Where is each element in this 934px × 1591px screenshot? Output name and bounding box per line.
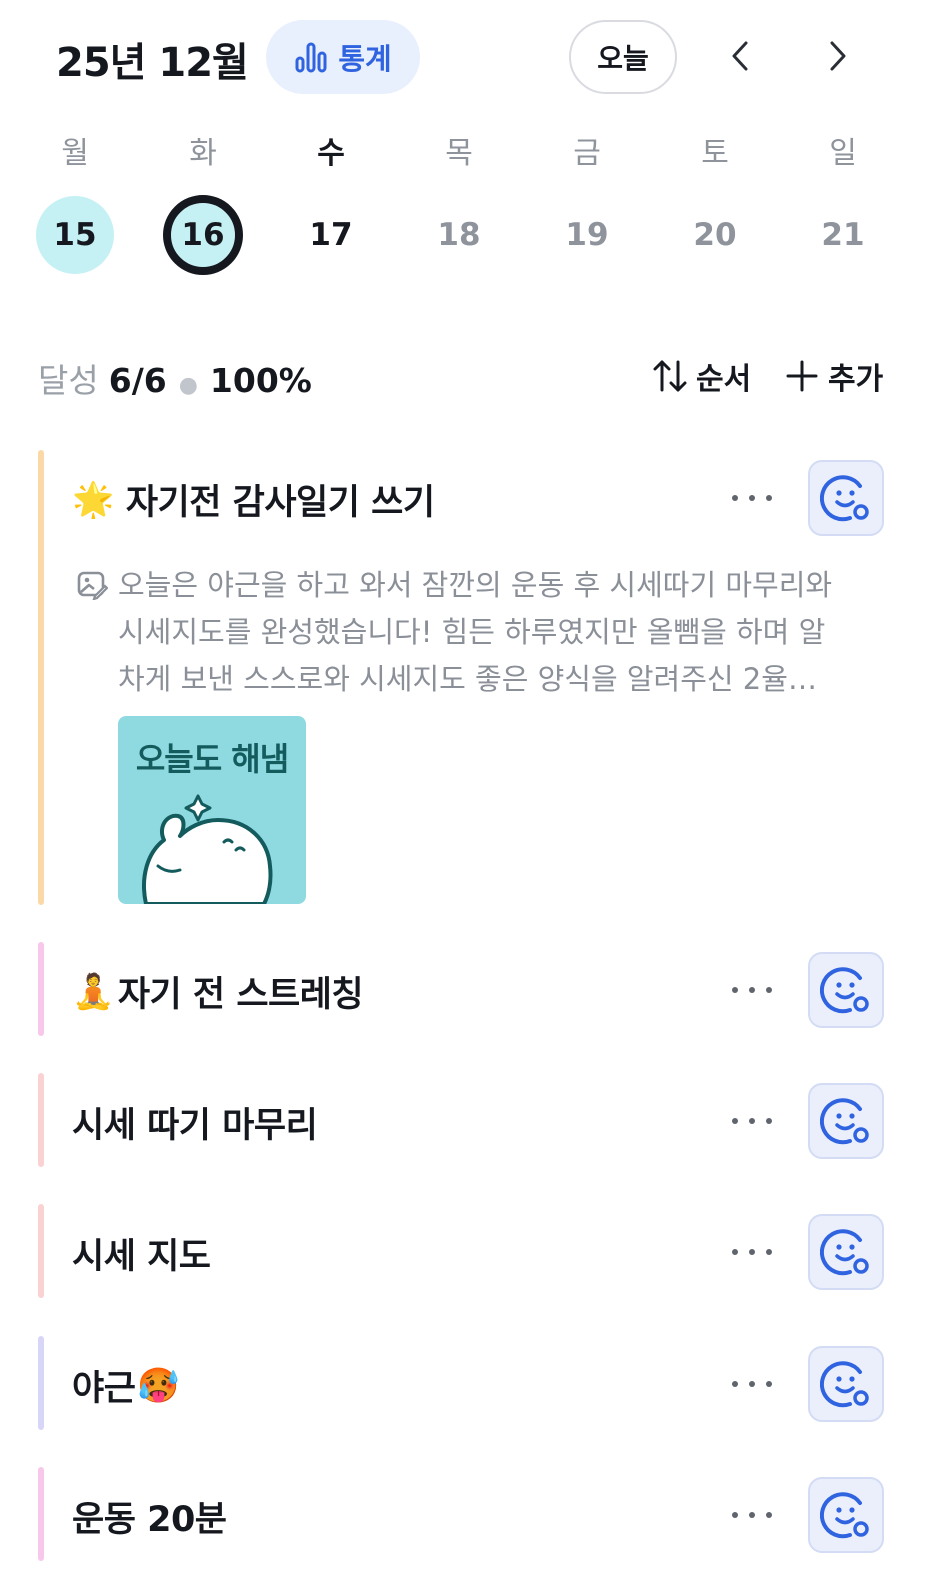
task-emoji: 🧘 bbox=[72, 971, 114, 1012]
day-cell[interactable]: 21 bbox=[804, 196, 882, 274]
task-title: 운동 20분 bbox=[72, 1491, 227, 1542]
add-task-button[interactable]: 추가 bbox=[782, 354, 883, 398]
task-title: 시세 지도 bbox=[72, 1228, 211, 1279]
day-cell-today[interactable]: 17 bbox=[292, 196, 370, 274]
achievement-label: 달성 bbox=[38, 361, 99, 400]
day-cell[interactable]: 18 bbox=[420, 196, 498, 274]
more-options-button[interactable] bbox=[732, 1111, 772, 1131]
reaction-button[interactable] bbox=[808, 1346, 884, 1422]
smiley-add-icon bbox=[820, 1492, 869, 1539]
task-title: 시세 따기 마무리 bbox=[72, 1097, 318, 1148]
plus-icon bbox=[786, 360, 818, 392]
weekday-label-today: 수 bbox=[317, 136, 345, 171]
day-cell-completed[interactable]: 15 bbox=[36, 196, 114, 274]
reaction-button[interactable] bbox=[808, 1214, 884, 1290]
task-emoji: 🌟 bbox=[72, 479, 114, 520]
task-item[interactable]: 시세 따기 마무리 bbox=[38, 1073, 886, 1167]
task-title-text: 운동 20분 bbox=[72, 1500, 227, 1540]
achievement-count: 6/6 bbox=[108, 361, 167, 400]
chevron-left-icon bbox=[732, 41, 748, 71]
reaction-button[interactable] bbox=[808, 460, 884, 536]
task-item[interactable]: 운동 20분 bbox=[38, 1467, 886, 1561]
weekday-label: 토 bbox=[701, 136, 729, 171]
task-item[interactable]: 🧘 자기 전 스트레칭 bbox=[38, 942, 886, 1036]
more-options-button[interactable] bbox=[732, 488, 772, 508]
chevron-right-icon bbox=[830, 41, 846, 71]
day-cell-selected[interactable]: 16 bbox=[163, 195, 243, 275]
task-title-text: 시세 지도 bbox=[72, 1237, 211, 1277]
more-options-button[interactable] bbox=[732, 980, 772, 1000]
weekday-label: 화 bbox=[189, 136, 217, 171]
sort-arrows-icon bbox=[653, 360, 687, 392]
memo-sticker-image[interactable]: 오늘도 해냄 bbox=[118, 716, 306, 904]
more-options-button[interactable] bbox=[732, 1505, 772, 1525]
task-title: 🌟 자기전 감사일기 쓰기 bbox=[72, 474, 435, 525]
cheering-ghost-illustration bbox=[142, 794, 273, 904]
task-item[interactable]: 시세 지도 bbox=[38, 1204, 886, 1298]
task-memo[interactable]: 오늘은 야근을 하고 와서 잠깐의 운동 후 시세따기 마무리와 시세지도를 완… bbox=[118, 562, 878, 703]
task-color-bar bbox=[38, 1336, 44, 1430]
more-options-button[interactable] bbox=[732, 1374, 772, 1394]
separator-dot: ● bbox=[178, 373, 198, 398]
task-color-bar bbox=[38, 1467, 44, 1561]
more-options-button[interactable] bbox=[732, 1242, 772, 1262]
achievement-percent: 100% bbox=[209, 361, 312, 400]
task-emoji: 🥵 bbox=[137, 1365, 180, 1406]
task-color-bar bbox=[38, 1073, 44, 1167]
memo-line: 시세지도를 완성했습니다! 힘든 하루였지만 올뺌을 하며 알 bbox=[118, 615, 826, 649]
task-item[interactable]: 🌟 자기전 감사일기 쓰기 오늘은 야근을 하고 와서 잠깐의 운동 후 시세따… bbox=[38, 450, 886, 905]
task-item[interactable]: 야근 🥵 bbox=[38, 1336, 886, 1430]
day-cell[interactable]: 20 bbox=[676, 196, 754, 274]
previous-week-button[interactable] bbox=[720, 36, 760, 76]
weekday-label: 일 bbox=[829, 136, 857, 171]
stats-label: 통계 bbox=[338, 42, 392, 76]
task-title-text: 시세 따기 마무리 bbox=[72, 1106, 318, 1146]
memo-line: 차게 보낸 스스로와 시세지도 좋은 양식을 알려주신 2율… bbox=[118, 662, 817, 696]
month-title[interactable]: 25년 12월 bbox=[56, 30, 249, 88]
add-label: 추가 bbox=[828, 362, 884, 397]
weekday-label: 목 bbox=[445, 136, 473, 171]
task-title-text: 자기 전 스트레칭 bbox=[117, 975, 364, 1015]
task-title: 야근 🥵 bbox=[72, 1360, 180, 1411]
smiley-add-icon bbox=[820, 1229, 869, 1276]
sort-button[interactable]: 순서 bbox=[650, 354, 751, 398]
memo-image-icon bbox=[77, 571, 108, 600]
reaction-button[interactable] bbox=[808, 1083, 884, 1159]
weekday-label: 월 bbox=[61, 136, 89, 171]
smiley-add-icon bbox=[820, 1098, 869, 1145]
day-cell[interactable]: 19 bbox=[548, 196, 626, 274]
task-title-text: 자기전 감사일기 쓰기 bbox=[125, 483, 435, 523]
task-color-bar bbox=[38, 1204, 44, 1298]
task-title-text: 야근 bbox=[72, 1369, 136, 1409]
bar-chart-icon bbox=[295, 42, 327, 73]
sort-label: 순서 bbox=[696, 362, 752, 397]
smiley-add-icon bbox=[820, 475, 869, 522]
smiley-add-icon bbox=[820, 1361, 869, 1408]
task-color-bar bbox=[38, 450, 44, 905]
task-title: 🧘 자기 전 스트레칭 bbox=[72, 966, 364, 1017]
reaction-button[interactable] bbox=[808, 952, 884, 1028]
weekday-label: 금 bbox=[573, 136, 601, 171]
task-color-bar bbox=[38, 942, 44, 1036]
memo-line: 오늘은 야근을 하고 와서 잠깐의 운동 후 시세따기 마무리와 bbox=[118, 568, 833, 602]
stats-button[interactable]: 통계 bbox=[266, 20, 420, 94]
smiley-add-icon bbox=[820, 967, 869, 1014]
reaction-button[interactable] bbox=[808, 1477, 884, 1553]
today-button[interactable]: 오늘 bbox=[569, 20, 677, 94]
next-week-button[interactable] bbox=[818, 36, 858, 76]
calendar-page: 25년 12월 통계 오늘 월 화 수 목 금 토 일 15 16 17 18 … bbox=[0, 0, 934, 1591]
achievement-summary: 달성 6/6 ● 100% bbox=[38, 354, 312, 402]
